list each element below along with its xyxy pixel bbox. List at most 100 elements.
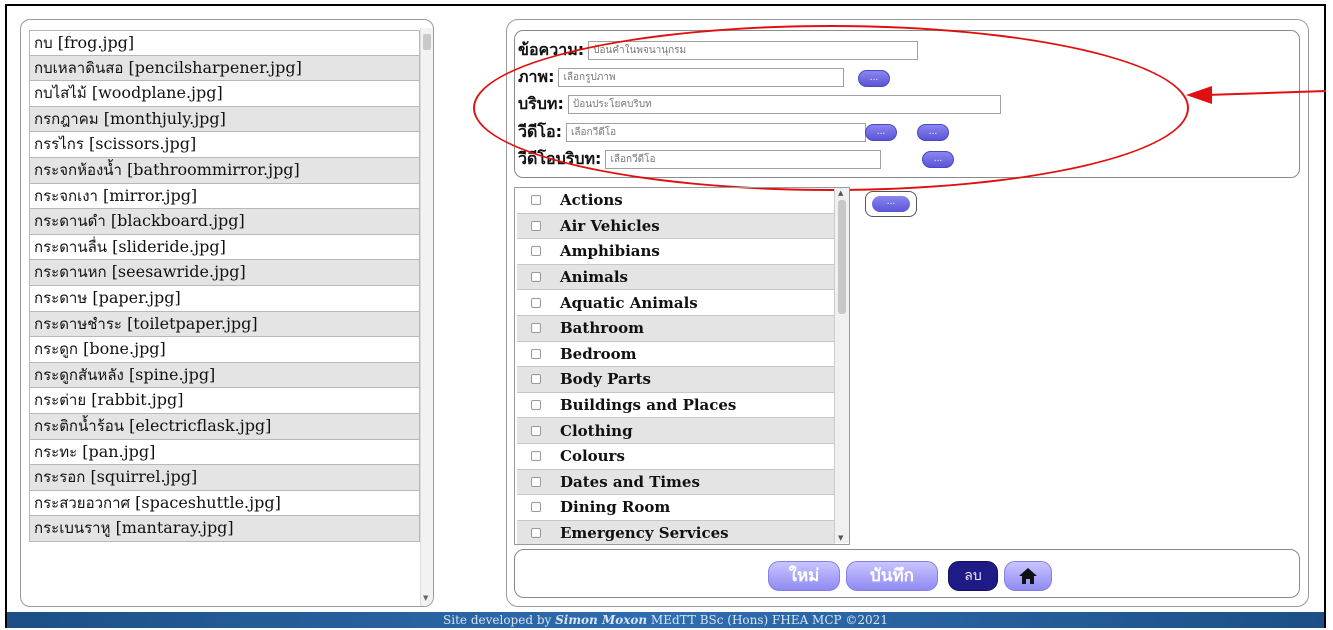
category-checkbox[interactable] xyxy=(531,400,541,411)
word-list-scrollbar[interactable]: ▼ xyxy=(420,28,433,606)
word-file: [mirror.jpg] xyxy=(103,185,198,205)
category-item[interactable]: Air Vehicles xyxy=(517,213,835,240)
word-thai: กระดานลื่น xyxy=(34,237,108,256)
category-label: Dates and Times xyxy=(560,472,700,491)
category-checkbox[interactable] xyxy=(531,528,541,539)
category-item[interactable]: Bathroom xyxy=(517,316,835,342)
context-input[interactable]: ป้อนประโยคบริบท xyxy=(567,94,1001,114)
word-thai: กรกฎาคม xyxy=(34,109,99,128)
word-list-item[interactable]: กระสวยอวกาศ [spaceshuttle.jpg] xyxy=(29,490,420,517)
category-checkbox[interactable] xyxy=(531,476,541,487)
category-label: Amphibians xyxy=(560,242,660,261)
category-checkbox[interactable] xyxy=(531,195,541,206)
category-item[interactable]: Aquatic Animals xyxy=(517,290,835,316)
category-add-button[interactable]: ... xyxy=(865,191,917,217)
image-browse-button[interactable]: ... xyxy=(858,70,890,87)
video-context-row: วีดีโอบริบท: เลือกวีดีโอ xyxy=(518,148,882,170)
context-row: บริบท: ป้อนประโยคบริบท xyxy=(518,93,1001,115)
category-item[interactable]: Bedroom xyxy=(517,342,835,368)
word-list-item[interactable]: กระต่าย [rabbit.jpg] xyxy=(29,388,420,414)
word-file: [mantaray.jpg] xyxy=(115,518,234,538)
word-list-item[interactable]: กรรไกร [scissors.jpg] xyxy=(29,132,420,158)
category-scrollbar[interactable]: ▲ ▼ xyxy=(834,188,849,543)
word-list-item[interactable]: กระดานลื่น [slideride.jpg] xyxy=(29,234,420,261)
category-checkbox[interactable] xyxy=(531,297,541,308)
word-list-item[interactable]: กบไสไม้ [woodplane.jpg] xyxy=(29,81,420,107)
word-list-item[interactable]: กระรอก [squirrel.jpg] xyxy=(29,465,420,491)
category-item[interactable]: Amphibians xyxy=(517,239,835,265)
message-label: ข้อความ: xyxy=(518,39,585,59)
delete-button[interactable]: ลบ xyxy=(948,561,998,591)
category-item[interactable]: Dining Room xyxy=(517,495,835,521)
word-file: [seesawride.jpg] xyxy=(111,262,246,282)
word-file: [bone.jpg] xyxy=(83,339,166,359)
category-item[interactable]: Dates and Times xyxy=(517,469,835,496)
video-browse-button[interactable]: ... xyxy=(865,124,897,141)
word-list-item[interactable]: กรกฎาคม [monthjuly.jpg] xyxy=(29,106,420,133)
message-input[interactable]: ป้อนคำในพจนานุกรม xyxy=(588,40,919,60)
category-label: Actions xyxy=(560,191,623,210)
word-list-item[interactable]: กระทะ [pan.jpg] xyxy=(29,439,420,466)
category-label: Colours xyxy=(560,447,625,466)
footer-prefix: Site developed by xyxy=(443,613,556,627)
category-checkbox[interactable] xyxy=(531,374,541,385)
scroll-down-arrow-icon[interactable]: ▼ xyxy=(423,594,428,602)
category-checkbox[interactable] xyxy=(531,272,541,283)
category-checkbox[interactable] xyxy=(531,246,541,257)
word-thai: กบเหลาดินสอ xyxy=(34,58,124,77)
category-scrollbar-thumb[interactable] xyxy=(838,200,846,314)
category-item[interactable]: Body Parts xyxy=(517,367,835,393)
video-input[interactable]: เลือกวีดีโอ xyxy=(565,122,866,142)
category-item[interactable]: Emergency Services xyxy=(517,520,835,544)
word-list-item[interactable]: กระจกเงา [mirror.jpg] xyxy=(29,183,420,210)
image-input[interactable]: เลือกรูปภาพ xyxy=(558,67,845,87)
category-checkbox[interactable] xyxy=(531,425,541,436)
word-list-item[interactable]: กระดานหก [seesawride.jpg] xyxy=(29,260,420,286)
scrollbar-thumb[interactable] xyxy=(423,34,431,50)
message-row: ข้อความ: ป้อนคำในพจนานุกรม xyxy=(518,39,919,61)
category-checkbox[interactable] xyxy=(531,220,541,231)
category-checkbox[interactable] xyxy=(531,348,541,359)
word-list-item[interactable]: กระดูกสันหลัง [spine.jpg] xyxy=(29,362,420,389)
category-label: Buildings and Places xyxy=(560,396,737,415)
word-list-item[interactable]: กระดาษชำระ [toiletpaper.jpg] xyxy=(29,311,420,338)
category-item[interactable]: Clothing xyxy=(517,418,835,444)
scroll-down-arrow-icon[interactable]: ▼ xyxy=(838,534,843,542)
category-checkbox[interactable] xyxy=(531,451,541,462)
category-add-button-label: ... xyxy=(872,196,910,212)
category-item[interactable]: Buildings and Places xyxy=(517,393,835,419)
video-row: วีดีโอ: เลือกวีดีโอ xyxy=(518,121,866,143)
scroll-up-arrow-icon[interactable]: ▲ xyxy=(838,189,843,197)
word-list-panel: กบ [frog.jpg] กบเหลาดินสอ [pencilsharpene… xyxy=(20,19,434,607)
footer-author[interactable]: Simon Moxon xyxy=(555,613,647,627)
context-label: บริบท: xyxy=(518,93,564,113)
video-context-browse-button[interactable]: ... xyxy=(922,151,954,168)
word-file: [rabbit.jpg] xyxy=(91,390,184,410)
word-list-item[interactable]: กระดูก [bone.jpg] xyxy=(29,337,420,363)
word-list-item[interactable]: กระดานดำ [blackboard.jpg] xyxy=(29,209,420,235)
word-file: [monthjuly.jpg] xyxy=(103,108,226,128)
new-button[interactable]: ใหม่ xyxy=(768,561,840,591)
word-list-item[interactable]: กบ [frog.jpg] xyxy=(29,30,420,56)
video-context-input[interactable]: เลือกวีดีโอ xyxy=(605,149,882,169)
word-thai: กระต่าย xyxy=(34,391,87,410)
word-thai: กระดานหก xyxy=(34,263,107,282)
image-row: ภาพ: เลือกรูปภาพ xyxy=(518,66,845,88)
word-list-item[interactable]: กบเหลาดินสอ [pencilsharpener.jpg] xyxy=(29,55,420,82)
word-list: กบ [frog.jpg] กบเหลาดินสอ [pencilsharpene… xyxy=(29,30,420,542)
save-button[interactable]: บันทึก xyxy=(846,561,938,591)
category-item[interactable]: Colours xyxy=(517,444,835,470)
word-list-item[interactable]: กระจกห้องน้ำ [bathroommirror.jpg] xyxy=(29,157,420,184)
video-label: วีดีโอ: xyxy=(518,121,562,141)
word-thai: กระติกน้ำร้อน xyxy=(34,416,125,435)
category-checkbox[interactable] xyxy=(531,502,541,513)
word-list-item[interactable]: กระเบนราหู [mantaray.jpg] xyxy=(29,516,420,542)
word-list-item[interactable]: กระติกน้ำร้อน [electricflask.jpg] xyxy=(29,413,420,440)
word-list-item[interactable]: กระดาษ [paper.jpg] xyxy=(29,285,420,312)
home-button[interactable] xyxy=(1004,561,1052,591)
category-checkbox[interactable] xyxy=(531,323,541,334)
category-label: Dining Room xyxy=(560,498,671,517)
video-play-button[interactable]: ... xyxy=(917,124,949,141)
category-item[interactable]: Animals xyxy=(517,264,835,291)
category-item[interactable]: Actions xyxy=(517,188,835,214)
